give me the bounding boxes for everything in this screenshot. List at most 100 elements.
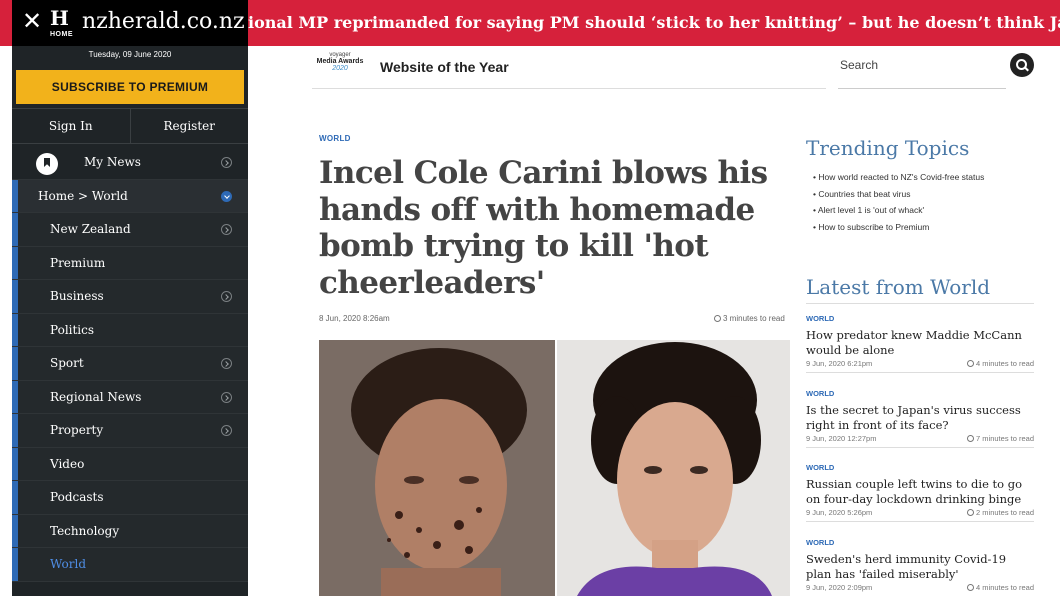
- trending-topic-item[interactable]: • Alert level 1 is 'out of whack': [813, 202, 984, 219]
- chevron-right-icon[interactable]: [221, 157, 232, 168]
- nav-item-label: Podcasts: [50, 490, 104, 505]
- clock-icon: [967, 584, 975, 591]
- latest-story[interactable]: WORLD Russian couple left twins to die t…: [806, 463, 1034, 522]
- subscribe-button[interactable]: SUBSCRIBE TO PREMIUM: [16, 70, 244, 104]
- trending-topics-title: Trending Topics: [806, 136, 970, 160]
- nav-item-breadcrumb[interactable]: Home > World: [12, 179, 248, 213]
- article-photo-portrait: [557, 340, 790, 596]
- story-section-tag[interactable]: WORLD: [806, 463, 1034, 472]
- story-read-time: 2 minutes to read: [967, 508, 1034, 517]
- nav-item-technology[interactable]: Technology: [12, 514, 248, 548]
- nav-menu: My News Home > World New Zealand Premium B…: [12, 146, 248, 582]
- award-name: Media Awards: [316, 58, 364, 65]
- story-date: 9 Jun, 2020 5:26pm: [806, 508, 873, 517]
- trending-topic-item[interactable]: • How to subscribe to Premium: [813, 219, 984, 236]
- latest-from-world-title: Latest from World: [806, 275, 991, 299]
- ticker-text[interactable]: ional MP reprimanded for saying PM shoul…: [248, 13, 1060, 32]
- trending-topic-label[interactable]: How to subscribe to Premium: [818, 222, 929, 232]
- clock-icon: [967, 509, 975, 516]
- story-title[interactable]: Sweden's herd immunity Covid-19 plan has…: [806, 552, 1034, 581]
- award-year: 2020: [332, 65, 348, 72]
- read-time-text: 3 minutes to read: [723, 314, 785, 323]
- story-meta: 9 Jun, 2020 2:09pm 4 minutes to read: [806, 583, 1034, 596]
- trending-topics-list: • How world reacted to NZ's Covid-free s…: [813, 169, 984, 236]
- trending-topic-label[interactable]: Countries that beat virus: [818, 189, 910, 199]
- article-headline: Incel Cole Carini blows his hands off wi…: [319, 155, 768, 301]
- chevron-right-icon[interactable]: [221, 425, 232, 436]
- site-logo-text[interactable]: nzherald.co.nz: [82, 9, 245, 34]
- nav-item-label: Regional News: [50, 389, 142, 404]
- trending-topic-label[interactable]: How world reacted to NZ's Covid-free sta…: [818, 172, 984, 182]
- latest-story[interactable]: WORLD Is the secret to Japan's virus suc…: [806, 389, 1034, 448]
- search-input[interactable]: Search: [840, 58, 878, 72]
- nav-item-label: Politics: [50, 322, 95, 337]
- chevron-down-icon[interactable]: [221, 190, 232, 202]
- close-icon[interactable]: ✕: [22, 8, 42, 36]
- article-photo-mugshot: [319, 340, 555, 596]
- chevron-right-icon[interactable]: [221, 291, 232, 302]
- latest-story[interactable]: WORLD How predator knew Maddie McCann wo…: [806, 314, 1034, 373]
- trending-topic-item[interactable]: • Countries that beat virus: [813, 186, 984, 203]
- nav-item-label: Property: [50, 423, 104, 438]
- story-date: 9 Jun, 2020 6:21pm: [806, 359, 873, 368]
- nav-item-sport[interactable]: Sport: [12, 347, 248, 381]
- read-time-text: 4 minutes to read: [976, 583, 1034, 592]
- nav-item-podcasts[interactable]: Podcasts: [12, 481, 248, 515]
- nav-item-label: World: [50, 557, 86, 572]
- article-read-time: 3 minutes to read: [714, 314, 785, 323]
- story-meta: 9 Jun, 2020 12:27pm 7 minutes to read: [806, 434, 1034, 448]
- story-meta: 9 Jun, 2020 5:26pm 2 minutes to read: [806, 508, 1034, 522]
- sign-in-link[interactable]: Sign In: [12, 109, 131, 143]
- story-date: 9 Jun, 2020 2:09pm: [806, 583, 873, 592]
- nav-item-label: New Zealand: [50, 222, 131, 237]
- header-divider: [312, 88, 826, 89]
- story-section-tag[interactable]: WORLD: [806, 314, 1034, 323]
- nav-item-new-zealand[interactable]: New Zealand: [12, 213, 248, 247]
- story-section-tag[interactable]: WORLD: [806, 538, 1034, 547]
- article-section-label[interactable]: WORLD: [319, 134, 351, 143]
- nav-item-premium[interactable]: Premium: [12, 246, 248, 280]
- chevron-right-icon[interactable]: [221, 358, 232, 369]
- latest-story[interactable]: WORLD Sweden's herd immunity Covid-19 pl…: [806, 538, 1034, 596]
- clock-icon: [967, 435, 975, 442]
- logo-home-label: HOME: [50, 31, 73, 38]
- read-time-text: 2 minutes to read: [976, 508, 1034, 517]
- nav-item-property[interactable]: Property: [12, 414, 248, 448]
- story-read-time: 4 minutes to read: [967, 359, 1034, 368]
- story-section-tag[interactable]: WORLD: [806, 389, 1034, 398]
- story-title[interactable]: Russian couple left twins to die to go o…: [806, 477, 1034, 506]
- chevron-right-icon[interactable]: [221, 224, 232, 235]
- latest-divider: [806, 303, 1034, 304]
- nav-drawer: ✕ H HOME nzherald.co.nz Tuesday, 09 June…: [12, 0, 248, 596]
- story-title[interactable]: Is the secret to Japan's virus success r…: [806, 403, 1034, 432]
- chevron-right-icon[interactable]: [221, 391, 232, 403]
- nav-item-label: Technology: [50, 523, 120, 538]
- nav-item-business[interactable]: Business: [12, 280, 248, 314]
- nav-item-regional-news[interactable]: Regional News: [12, 380, 248, 414]
- auth-links: Sign In Register: [12, 108, 248, 144]
- trending-topic-label[interactable]: Alert level 1 is 'out of whack': [818, 205, 924, 215]
- search-icon[interactable]: [1010, 53, 1034, 77]
- logo-letter: H: [50, 6, 69, 30]
- bookmark-icon: [36, 153, 58, 175]
- article-date: 8 Jun, 2020 8:26am: [319, 314, 390, 323]
- trending-topic-item[interactable]: • How world reacted to NZ's Covid-free s…: [813, 169, 984, 186]
- clock-icon: [714, 315, 721, 322]
- register-link[interactable]: Register: [131, 109, 249, 143]
- page: ional MP reprimanded for saying PM shoul…: [0, 0, 1060, 596]
- current-date: Tuesday, 09 June 2020: [88, 50, 172, 59]
- website-of-the-year: Website of the Year: [380, 59, 509, 75]
- story-title[interactable]: How predator knew Maddie McCann would be…: [806, 328, 1034, 357]
- nav-item-world[interactable]: World: [12, 548, 248, 582]
- story-meta: 9 Jun, 2020 6:21pm 4 minutes to read: [806, 359, 1034, 373]
- nav-item-my-news[interactable]: My News: [12, 146, 248, 180]
- nav-item-video[interactable]: Video: [12, 447, 248, 481]
- read-time-text: 7 minutes to read: [976, 434, 1034, 443]
- nav-item-label: My News: [84, 155, 141, 170]
- nav-breadcrumb-label: Home > World: [38, 188, 128, 203]
- read-time-text: 4 minutes to read: [976, 359, 1034, 368]
- story-date: 9 Jun, 2020 12:27pm: [806, 434, 877, 443]
- nav-item-politics[interactable]: Politics: [12, 313, 248, 347]
- nav-item-label: Business: [50, 289, 104, 304]
- herald-logo-mark[interactable]: H HOME: [50, 8, 74, 38]
